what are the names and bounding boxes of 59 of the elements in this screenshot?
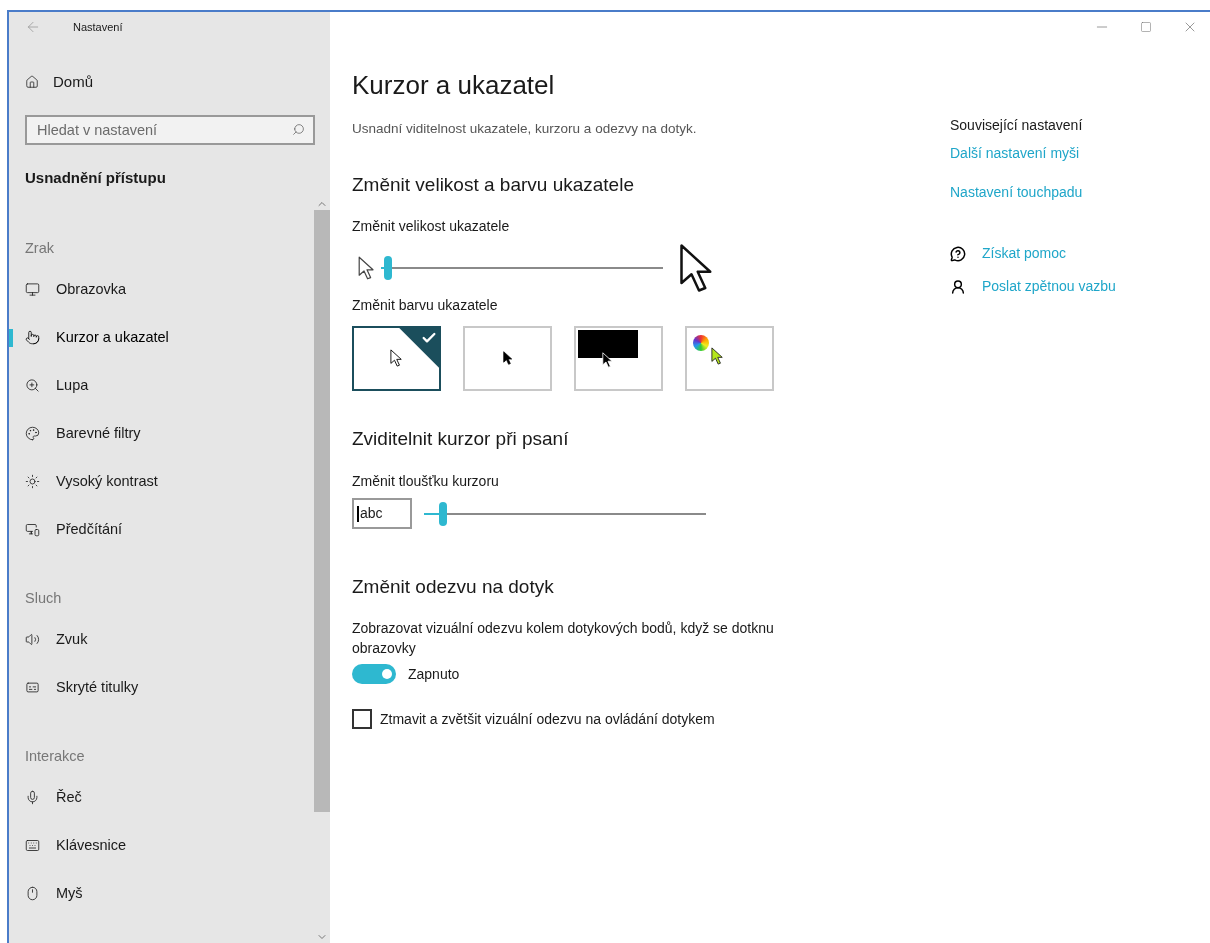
field-label: Změnit tloušťku kurzoru [352, 472, 500, 492]
hand-pointer-icon [25, 330, 40, 345]
lime-pointer-icon [711, 346, 724, 365]
page-subtitle: Usnadní viditelnost ukazatele, kurzoru a odezvy na dotyk. [352, 120, 698, 138]
slider[interactable] [380, 255, 663, 280]
related-heading: Související nastavení [950, 116, 1084, 135]
nav-item[interactable]: Klávesnice [9, 821, 135, 870]
sun-icon [25, 474, 40, 489]
preview-text: abc [360, 504, 383, 524]
nav-item[interactable]: Obrazovka [9, 265, 135, 314]
search-field[interactable]: Hledat v nastavení [25, 115, 315, 145]
nav-item[interactable]: Lupa [9, 361, 97, 410]
setting-description: Zobrazovat vizuální odezvu kolem dotykových bodů, když se dotknu obrazovky [352, 618, 775, 658]
field-label: Změnit barvu ukazatele [352, 295, 499, 315]
home-icon [25, 75, 39, 89]
page-title: Kurzor a ukazatel [352, 69, 556, 102]
nav-item[interactable]: Zvuk [9, 615, 96, 664]
search-icon [292, 123, 305, 136]
small-pointer-icon [358, 255, 375, 280]
microphone-icon [25, 790, 40, 805]
group-label: Interakce [24, 746, 86, 766]
maximize-icon[interactable] [1140, 21, 1152, 33]
palette-icon [25, 426, 40, 441]
monitor-speech-icon [25, 522, 40, 537]
slider[interactable] [424, 501, 706, 526]
home-link[interactable]: Domů [9, 70, 93, 94]
nav-item[interactable]: Vysoký kontrast [9, 457, 166, 506]
field-label: Změnit velikost ukazatele [352, 216, 511, 236]
group-label: Zrak [24, 238, 55, 258]
window-title: Nastavení [73, 19, 123, 35]
inverted-area [578, 329, 638, 358]
zoom-in-icon [25, 378, 40, 393]
large-pointer-icon [678, 242, 714, 293]
nav-item[interactable]: Předčítání [9, 505, 131, 554]
color-wheel-icon [693, 334, 709, 351]
section-heading: Usnadnění přístupu [24, 168, 167, 188]
group-label: Sluch [24, 588, 63, 608]
checkbox[interactable]: Ztmavit a zvětšit vizuální odezvu na ovládání dotykem [352, 708, 715, 730]
section-heading: Změnit odezvu na dotyk [352, 575, 555, 600]
pointer-color-option[interactable] [352, 325, 441, 391]
keyboard-icon [25, 838, 40, 853]
speaker-icon [25, 632, 40, 647]
outlined-pointer-icon [390, 349, 403, 368]
section-heading: Změnit velikost a barvu ukazatele [352, 173, 635, 198]
captions-icon [25, 680, 40, 695]
text-caret [357, 505, 359, 522]
nav-item[interactable]: Řeč [9, 773, 90, 822]
nav-item[interactable]: Skryté titulky [9, 663, 147, 712]
monitor-icon [25, 282, 40, 297]
help-bubble-icon [950, 245, 966, 262]
toggle-switch[interactable]: Zapnuto [352, 663, 460, 685]
mouse-icon [25, 886, 40, 901]
section-heading: Zviditelnit kurzor při psaní [352, 426, 570, 451]
person-icon [950, 278, 966, 295]
nav-item[interactable]: Myš [9, 869, 91, 918]
nav-item[interactable]: Kurzor a ukazatel [9, 313, 177, 362]
nav-item[interactable]: Barevné filtry [9, 409, 149, 458]
inverted-pointer-icon [602, 351, 614, 368]
filled-pointer-icon [502, 351, 513, 366]
